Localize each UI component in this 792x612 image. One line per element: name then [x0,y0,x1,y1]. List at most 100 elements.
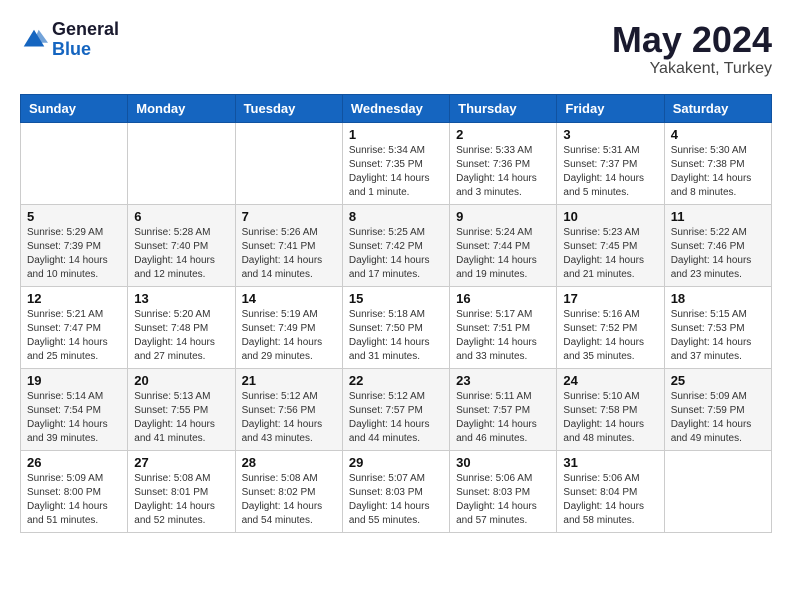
day-number: 8 [349,209,443,224]
weekday-header: Wednesday [342,94,449,122]
calendar-day-cell: 19 Sunrise: 5:14 AM Sunset: 7:54 PM Dayli… [21,368,128,450]
day-number: 22 [349,373,443,388]
calendar-day-cell: 4 Sunrise: 5:30 AM Sunset: 7:38 PM Daylig… [664,122,771,204]
day-number: 6 [134,209,228,224]
calendar-day-cell: 24 Sunrise: 5:10 AM Sunset: 7:58 PM Dayli… [557,368,664,450]
calendar-day-cell: 14 Sunrise: 5:19 AM Sunset: 7:49 PM Dayli… [235,286,342,368]
month-title: May 2024 [612,20,772,60]
day-number: 15 [349,291,443,306]
day-info: Sunrise: 5:13 AM Sunset: 7:55 PM Dayligh… [134,390,228,446]
day-number: 10 [563,209,657,224]
day-info: Sunrise: 5:31 AM Sunset: 7:37 PM Dayligh… [563,144,657,200]
calendar-day-cell: 25Sunrise: 5:09 AM Sunset: 7:59 PM Dayli… [664,368,771,450]
day-number: 24 [563,373,657,388]
day-info: Sunrise: 5:29 AM Sunset: 7:39 PM Dayligh… [27,226,121,282]
logo-general: General [52,20,119,40]
day-number: 12 [27,291,121,306]
day-info: Sunrise: 5:16 AM Sunset: 7:52 PM Dayligh… [563,308,657,364]
day-info: Sunrise: 5:19 AM Sunset: 7:49 PM Dayligh… [242,308,336,364]
calendar-day-cell: 8Sunrise: 5:25 AM Sunset: 7:42 PM Daylig… [342,204,449,286]
calendar-day-cell: 10 Sunrise: 5:23 AM Sunset: 7:45 PM Dayli… [557,204,664,286]
day-number: 13 [134,291,228,306]
calendar-day-cell: 15Sunrise: 5:18 AM Sunset: 7:50 PM Dayli… [342,286,449,368]
day-info: Sunrise: 5:08 AM Sunset: 8:01 PM Dayligh… [134,472,228,528]
day-number: 18 [671,291,765,306]
calendar-day-cell [235,122,342,204]
day-number: 30 [456,455,550,470]
calendar-day-cell: 6 Sunrise: 5:28 AM Sunset: 7:40 PM Daylig… [128,204,235,286]
calendar-day-cell: 29 Sunrise: 5:07 AM Sunset: 8:03 PM Dayli… [342,450,449,532]
location-title: Yakakent, Turkey [612,60,772,78]
day-info: Sunrise: 5:28 AM Sunset: 7:40 PM Dayligh… [134,226,228,282]
day-info: Sunrise: 5:22 AM Sunset: 7:46 PM Dayligh… [671,226,765,282]
day-number: 31 [563,455,657,470]
page-header: General Blue May 2024 Yakakent, Turkey [20,20,772,78]
day-number: 26 [27,455,121,470]
day-info: Sunrise: 5:12 AM Sunset: 7:57 PM Dayligh… [349,390,443,446]
calendar-day-cell: 1 Sunrise: 5:34 AM Sunset: 7:35 PM Daylig… [342,122,449,204]
day-number: 27 [134,455,228,470]
calendar-table: SundayMondayTuesdayWednesdayThursdayFrid… [20,94,772,533]
day-info: Sunrise: 5:07 AM Sunset: 8:03 PM Dayligh… [349,472,443,528]
calendar-day-cell: 26Sunrise: 5:09 AM Sunset: 8:00 PM Dayli… [21,450,128,532]
day-info: Sunrise: 5:21 AM Sunset: 7:47 PM Dayligh… [27,308,121,364]
weekday-header: Saturday [664,94,771,122]
logo-blue: Blue [52,40,119,60]
calendar-day-cell: 11 Sunrise: 5:22 AM Sunset: 7:46 PM Dayli… [664,204,771,286]
day-number: 14 [242,291,336,306]
day-info: Sunrise: 5:12 AM Sunset: 7:56 PM Dayligh… [242,390,336,446]
day-number: 19 [27,373,121,388]
day-number: 5 [27,209,121,224]
calendar-day-cell: 5 Sunrise: 5:29 AM Sunset: 7:39 PM Daylig… [21,204,128,286]
day-info: Sunrise: 5:26 AM Sunset: 7:41 PM Dayligh… [242,226,336,282]
day-info: Sunrise: 5:30 AM Sunset: 7:38 PM Dayligh… [671,144,765,200]
calendar-day-cell: 17Sunrise: 5:16 AM Sunset: 7:52 PM Dayli… [557,286,664,368]
day-number: 4 [671,127,765,142]
day-number: 16 [456,291,550,306]
calendar-day-cell: 31 Sunrise: 5:06 AM Sunset: 8:04 PM Dayli… [557,450,664,532]
calendar-week-row: 5 Sunrise: 5:29 AM Sunset: 7:39 PM Daylig… [21,204,772,286]
day-info: Sunrise: 5:34 AM Sunset: 7:35 PM Dayligh… [349,144,443,200]
calendar-day-cell: 28 Sunrise: 5:08 AM Sunset: 8:02 PM Dayli… [235,450,342,532]
calendar-day-cell: 16 Sunrise: 5:17 AM Sunset: 7:51 PM Dayli… [450,286,557,368]
day-info: Sunrise: 5:06 AM Sunset: 8:04 PM Dayligh… [563,472,657,528]
calendar-day-cell: 18 Sunrise: 5:15 AM Sunset: 7:53 PM Dayli… [664,286,771,368]
day-info: Sunrise: 5:17 AM Sunset: 7:51 PM Dayligh… [456,308,550,364]
logo-text: General Blue [52,20,119,60]
day-info: Sunrise: 5:23 AM Sunset: 7:45 PM Dayligh… [563,226,657,282]
day-info: Sunrise: 5:10 AM Sunset: 7:58 PM Dayligh… [563,390,657,446]
day-number: 28 [242,455,336,470]
calendar-day-cell: 30Sunrise: 5:06 AM Sunset: 8:03 PM Dayli… [450,450,557,532]
calendar-day-cell: 22 Sunrise: 5:12 AM Sunset: 7:57 PM Dayli… [342,368,449,450]
calendar-day-cell [664,450,771,532]
weekday-header: Friday [557,94,664,122]
calendar-day-cell: 12 Sunrise: 5:21 AM Sunset: 7:47 PM Dayli… [21,286,128,368]
calendar-week-row: 12 Sunrise: 5:21 AM Sunset: 7:47 PM Dayli… [21,286,772,368]
calendar-week-row: 1 Sunrise: 5:34 AM Sunset: 7:35 PM Daylig… [21,122,772,204]
day-number: 21 [242,373,336,388]
calendar-day-cell [21,122,128,204]
day-info: Sunrise: 5:20 AM Sunset: 7:48 PM Dayligh… [134,308,228,364]
day-info: Sunrise: 5:08 AM Sunset: 8:02 PM Dayligh… [242,472,336,528]
title-section: May 2024 Yakakent, Turkey [612,20,772,78]
day-number: 9 [456,209,550,224]
day-number: 25 [671,373,765,388]
calendar-day-cell: 9 Sunrise: 5:24 AM Sunset: 7:44 PM Daylig… [450,204,557,286]
day-number: 29 [349,455,443,470]
weekday-header: Monday [128,94,235,122]
calendar-day-cell: 20Sunrise: 5:13 AM Sunset: 7:55 PM Dayli… [128,368,235,450]
calendar-day-cell: 2Sunrise: 5:33 AM Sunset: 7:36 PM Daylig… [450,122,557,204]
day-number: 7 [242,209,336,224]
day-number: 1 [349,127,443,142]
day-number: 11 [671,209,765,224]
day-info: Sunrise: 5:24 AM Sunset: 7:44 PM Dayligh… [456,226,550,282]
calendar-week-row: 26Sunrise: 5:09 AM Sunset: 8:00 PM Dayli… [21,450,772,532]
weekday-header: Tuesday [235,94,342,122]
calendar-week-row: 19 Sunrise: 5:14 AM Sunset: 7:54 PM Dayli… [21,368,772,450]
day-info: Sunrise: 5:15 AM Sunset: 7:53 PM Dayligh… [671,308,765,364]
day-info: Sunrise: 5:14 AM Sunset: 7:54 PM Dayligh… [27,390,121,446]
calendar-day-cell: 3Sunrise: 5:31 AM Sunset: 7:37 PM Daylig… [557,122,664,204]
calendar-day-cell: 27 Sunrise: 5:08 AM Sunset: 8:01 PM Dayli… [128,450,235,532]
calendar-day-cell: 21 Sunrise: 5:12 AM Sunset: 7:56 PM Dayli… [235,368,342,450]
calendar-day-cell: 23Sunrise: 5:11 AM Sunset: 7:57 PM Dayli… [450,368,557,450]
